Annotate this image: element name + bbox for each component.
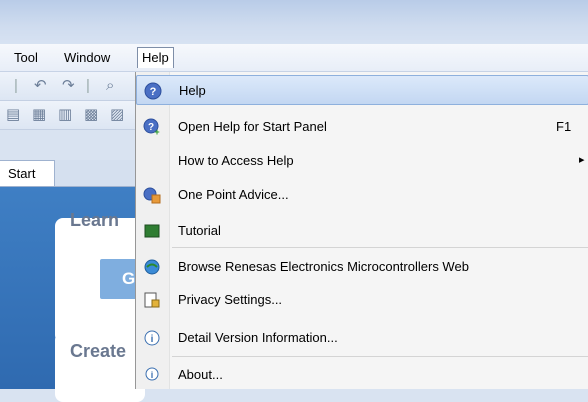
menu-item-how-to-access-help[interactable]: How to Access Help ▸ [136, 146, 588, 176]
menu-item-shortcut: F1 [556, 119, 572, 134]
tutorial-icon [144, 224, 160, 238]
batch-icon[interactable]: ▥ [58, 105, 72, 125]
version-info-icon: i [144, 330, 160, 346]
menu-help[interactable]: Help [137, 47, 174, 68]
svg-text:?: ? [150, 86, 157, 98]
menu-item-label: Browse Renesas Electronics Microcontroll… [178, 259, 469, 274]
menu-item-help[interactable]: ? Help [136, 75, 588, 105]
menu-item-about[interactable]: i About... [136, 360, 588, 390]
svg-text:?: ? [148, 122, 154, 133]
learn-heading: Learn [70, 210, 120, 230]
stop-icon[interactable]: ▩ [84, 105, 98, 125]
tab-strip: Start [0, 160, 135, 187]
build-icon[interactable]: ▤ [6, 105, 20, 125]
menu-separator [172, 247, 588, 248]
debug-icon[interactable]: ▨ [110, 105, 124, 125]
menu-item-label: Detail Version Information... [178, 330, 338, 345]
menu-window[interactable]: Window [60, 48, 114, 67]
redo-icon[interactable]: ↷ [62, 76, 75, 96]
menu-item-label: Privacy Settings... [178, 292, 283, 307]
create-heading: Create [70, 341, 127, 361]
svg-text:+: + [154, 127, 159, 136]
svg-text:i: i [151, 370, 154, 380]
tab-start[interactable]: Start [0, 160, 55, 186]
menu-item-detail-version-info[interactable]: i Detail Version Information... [136, 323, 588, 353]
advice-icon [143, 187, 161, 204]
submenu-arrow-icon: ▸ [579, 154, 585, 166]
toolbar-row-2: ▤ ▦ ▥ ▩ ▨ [0, 101, 135, 130]
globe-icon [144, 259, 160, 275]
menu-item-label: About... [178, 367, 223, 382]
menu-item-label: How to Access Help [178, 153, 294, 168]
undo-icon[interactable]: ↶ [34, 76, 47, 96]
menu-item-privacy-settings[interactable]: Privacy Settings... [136, 285, 588, 315]
menu-tool[interactable]: Tool [10, 48, 42, 67]
menu-item-label: Open Help for Start Panel [178, 119, 327, 134]
menubar: Tool Window Help [0, 44, 588, 72]
svg-text:i: i [151, 334, 154, 345]
menu-item-label: Help [179, 83, 206, 98]
help-open-icon: ? + [143, 118, 160, 136]
privacy-icon [144, 292, 160, 308]
go-button[interactable]: G [100, 259, 140, 299]
help-dropdown-menu: ? Help ? + Open Help for Start Panel F1 … [135, 72, 588, 389]
separator-icon: | [86, 77, 90, 94]
toolbar-row-1: | ↶ ↷ | ⌕ [0, 72, 135, 101]
rebuild-icon[interactable]: ▦ [32, 105, 46, 125]
menu-separator [172, 356, 588, 357]
menu-item-tutorial[interactable]: Tutorial [136, 216, 588, 246]
help-question-icon: ? [144, 82, 162, 100]
about-icon: i [145, 367, 159, 381]
menu-item-browse-renesas-web[interactable]: Browse Renesas Electronics Microcontroll… [136, 252, 588, 282]
menu-item-label: One Point Advice... [178, 187, 289, 202]
window-titlebar [0, 0, 588, 44]
menu-item-one-point-advice[interactable]: One Point Advice... [136, 180, 588, 210]
find-icon[interactable]: ⌕ [106, 76, 114, 96]
separator-icon: | [14, 77, 18, 94]
menu-item-open-help[interactable]: ? + Open Help for Start Panel F1 [136, 112, 588, 142]
menu-item-label: Tutorial [178, 223, 221, 238]
